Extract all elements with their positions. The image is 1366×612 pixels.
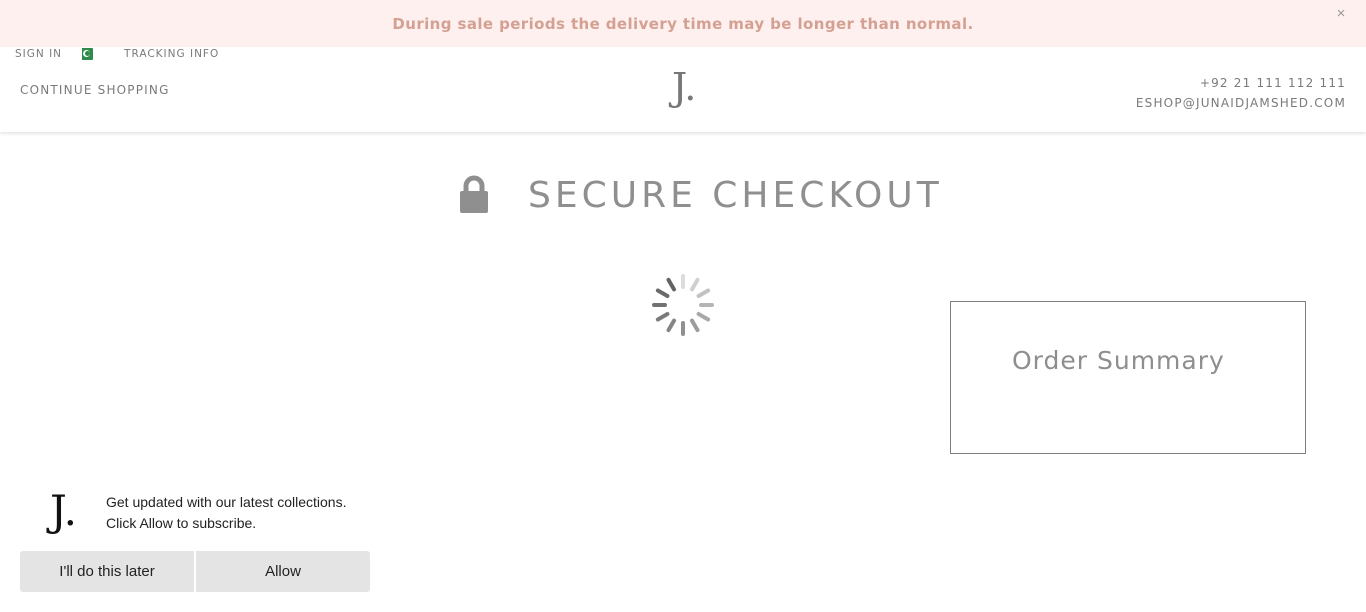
top-links: SIGN IN TRACKING INFO bbox=[15, 47, 219, 61]
page-title: SECURE CHECKOUT bbox=[458, 172, 943, 218]
prompt-message: Get updated with our latest collections.… bbox=[106, 492, 366, 534]
order-summary-panel: Order Summary bbox=[950, 301, 1306, 454]
allow-button[interactable]: Allow bbox=[196, 551, 370, 592]
spinner-icon bbox=[652, 274, 714, 336]
pakistan-flag-icon[interactable] bbox=[78, 48, 94, 60]
contact-info: +92 21 111 112 111 ESHOP@JUNAIDJAMSHED.C… bbox=[1136, 73, 1346, 113]
prompt-line-2: Click Allow to subscribe. bbox=[106, 515, 257, 531]
announcement-text: During sale periods the delivery time ma… bbox=[392, 14, 974, 33]
continue-shopping-link[interactable]: CONTINUE SHOPPING bbox=[20, 83, 170, 97]
logo[interactable]: J. bbox=[672, 65, 698, 109]
secure-checkout-title: SECURE CHECKOUT bbox=[528, 174, 943, 216]
site-header: SIGN IN TRACKING INFO CONTINUE SHOPPING … bbox=[0, 47, 1366, 132]
announcement-bar: During sale periods the delivery time ma… bbox=[0, 0, 1366, 47]
prompt-line-1: Get updated with our latest collections. bbox=[106, 494, 347, 510]
order-summary-title: Order Summary bbox=[1012, 346, 1225, 375]
lock-icon bbox=[460, 175, 488, 213]
push-notification-prompt: J. Get updated with our latest collectio… bbox=[20, 480, 370, 592]
later-button[interactable]: I'll do this later bbox=[20, 551, 194, 592]
close-icon[interactable]: × bbox=[1334, 6, 1348, 21]
phone-link[interactable]: +92 21 111 112 111 bbox=[1136, 73, 1346, 93]
sign-in-link[interactable]: SIGN IN bbox=[15, 48, 62, 60]
tracking-info-link[interactable]: TRACKING INFO bbox=[124, 48, 219, 60]
prompt-logo: J. bbox=[50, 486, 77, 535]
email-link[interactable]: ESHOP@JUNAIDJAMSHED.COM bbox=[1136, 93, 1346, 113]
